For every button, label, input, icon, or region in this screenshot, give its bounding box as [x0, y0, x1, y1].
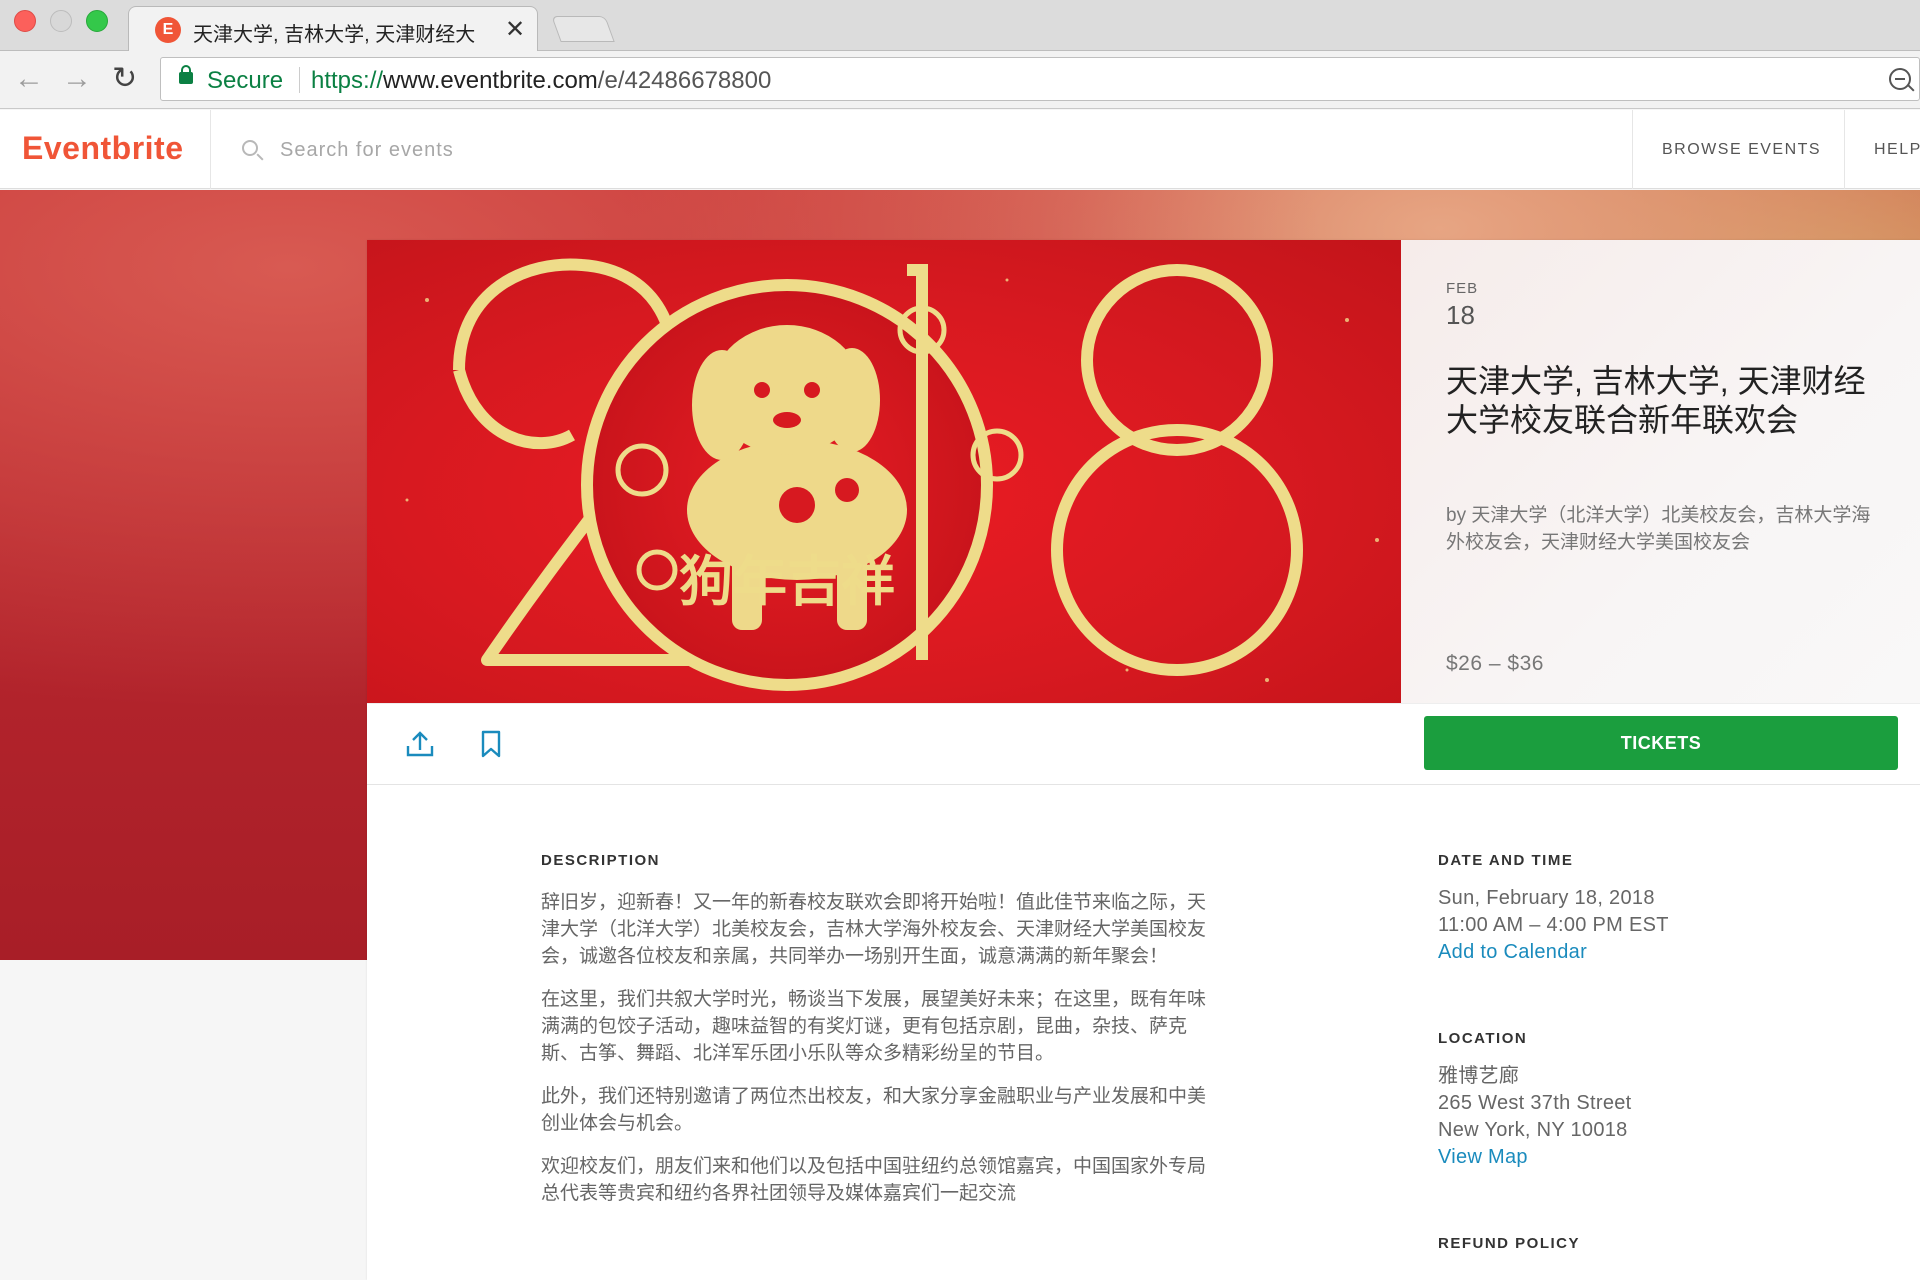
refund-policy-heading: REFUND POLICY: [1438, 1235, 1581, 1252]
search-input[interactable]: [280, 132, 880, 168]
event-details-sidebar: DATE AND TIME Sun, February 18, 2018 11:…: [1438, 852, 1878, 1280]
back-arrow-icon[interactable]: ←: [14, 61, 44, 97]
nav-divider: [1844, 110, 1845, 189]
venue-street: 265 West 37th Street: [1438, 1092, 1632, 1114]
eventbrite-logo[interactable]: Eventbrite: [22, 130, 183, 167]
event-month: FEB: [1446, 280, 1479, 297]
browser-toolbar: ← → ↻ Secure https://www.eventbrite.com/…: [0, 51, 1920, 109]
event-summary-panel: FEB 18 天津大学, 吉林大学, 天津财经大学校友联合新年联欢会 by 天津…: [1401, 240, 1920, 703]
new-tab-button[interactable]: [551, 16, 615, 42]
date-time-heading: DATE AND TIME: [1438, 852, 1574, 869]
url-text[interactable]: https://www.eventbrite.com/e/42486678800: [311, 67, 771, 95]
location-heading: LOCATION: [1438, 1030, 1528, 1047]
description-heading: DESCRIPTION: [541, 852, 661, 869]
event-title: 天津大学, 吉林大学, 天津财经大学校友联合新年联欢会: [1446, 363, 1866, 438]
event-organizer[interactable]: by 天津大学（北洋大学）北美校友会，吉林大学海外校友会，天津财经大学美国校友会: [1446, 502, 1886, 556]
address-bar[interactable]: Secure https://www.eventbrite.com/e/4248…: [160, 57, 1920, 101]
lock-icon: [179, 65, 193, 84]
browser-tab[interactable]: E 天津大学, 吉林大学, 天津财经大 ✕: [128, 6, 538, 52]
window-maximize-button[interactable]: [86, 10, 108, 32]
omnibox-divider: [299, 67, 300, 93]
url-path: /e/42486678800: [597, 67, 772, 94]
event-day: 18: [1446, 300, 1475, 330]
description-paragraph: 在这里，我们共叙大学时光，畅谈当下发展，展望美好未来；在这里，既有年味满满的包饺…: [541, 989, 1207, 1064]
event-banner-image: 狗年吉祥: [367, 240, 1401, 703]
location-block: LOCATION 雅博艺廊 265 West 37th Street New Y…: [1438, 1030, 1878, 1171]
digit-eight-top: [1081, 264, 1273, 456]
window-close-button[interactable]: [14, 10, 36, 32]
event-card: 狗年吉祥 FEB 18 天津大学, 吉林大学, 天津财经大学校友联合新年联欢会 …: [367, 240, 1920, 1280]
description-paragraph: 此外，我们还特别邀请了两位杰出校友，和大家分享金融职业与产业发展和中美创业体会与…: [541, 1086, 1207, 1134]
forward-arrow-icon[interactable]: →: [62, 61, 92, 97]
description-paragraph: 辞旧岁，迎新春！又一年的新春校友联欢会即将开始啦！值此佳节来临之际，天津大学（北…: [541, 892, 1207, 967]
header-divider: [210, 110, 211, 189]
close-icon[interactable]: ✕: [505, 15, 525, 44]
search-icon: [242, 140, 258, 156]
secure-label: Secure: [207, 67, 284, 94]
browse-events-link[interactable]: BROWSE EVENTS: [1662, 141, 1821, 159]
description-paragraph: 欢迎校友们，朋友们来和他们以及包括中国驻纽约总领馆嘉宾，中国国家外专局总代表等贵…: [541, 1156, 1207, 1204]
event-action-bar: TICKETS: [367, 703, 1920, 785]
view-map-link[interactable]: View Map: [1438, 1144, 1878, 1171]
event-price: $26 – $36: [1446, 652, 1544, 675]
zoom-icon[interactable]: [1889, 68, 1911, 90]
bookmark-icon[interactable]: [479, 730, 503, 758]
event-time: 11:00 AM – 4:00 PM EST: [1438, 914, 1669, 936]
venue-city: New York, NY 10018: [1438, 1119, 1628, 1141]
date-time-block: DATE AND TIME Sun, February 18, 2018 11:…: [1438, 852, 1878, 966]
share-icon[interactable]: [405, 730, 435, 758]
help-link[interactable]: HELP: [1874, 141, 1920, 159]
banner-artwork: 狗年吉祥: [405, 258, 1379, 691]
url-scheme: https://: [311, 67, 384, 94]
event-date: Sun, February 18, 2018: [1438, 887, 1655, 909]
reload-icon[interactable]: ↻: [112, 61, 137, 97]
url-host: www.eventbrite.com: [383, 67, 598, 94]
venue-name: 雅博艺廊: [1438, 1065, 1520, 1087]
add-to-calendar-link[interactable]: Add to Calendar: [1438, 939, 1878, 966]
eventbrite-favicon-icon: E: [155, 17, 181, 43]
banner-caption: 狗年吉祥: [679, 550, 895, 613]
nav-divider: [1632, 110, 1633, 189]
tab-title: 天津大学, 吉林大学, 天津财经大: [193, 24, 476, 46]
window-minimize-button[interactable]: [50, 10, 72, 32]
browser-tab-bar: E 天津大学, 吉林大学, 天津财经大 ✕: [0, 0, 1920, 52]
site-header: Eventbrite BROWSE EVENTS HELP: [0, 110, 1920, 189]
refund-block: REFUND POLICY: [1438, 1235, 1878, 1252]
tickets-button[interactable]: TICKETS: [1424, 716, 1898, 770]
description-section: DESCRIPTION 辞旧岁，迎新春！又一年的新春校友联欢会即将开始啦！值此佳…: [541, 852, 1221, 1207]
digit-eight-bottom: [1051, 424, 1303, 676]
